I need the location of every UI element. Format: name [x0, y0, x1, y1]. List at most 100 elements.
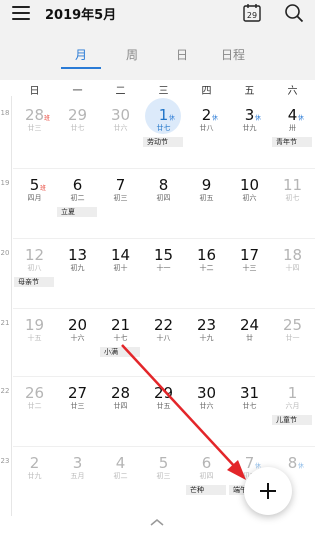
tab-agenda[interactable]: 日程	[213, 46, 253, 63]
day-cell[interactable]: 4 初二	[99, 454, 142, 519]
event-chip[interactable]: 母亲节	[14, 277, 54, 287]
view-tabs: 月 周 日 日程	[0, 46, 315, 70]
day-cell[interactable]: 10 初六	[228, 176, 271, 241]
tab-month[interactable]: 月	[61, 46, 101, 63]
event-chip[interactable]: 小满	[100, 347, 140, 357]
day-cell[interactable]: 28 廿四	[99, 384, 142, 449]
week-number: 20	[0, 249, 10, 257]
lunar-date: 廿九	[242, 124, 257, 132]
day-cell[interactable]: 3 五月	[56, 454, 99, 519]
week-number: 23	[0, 457, 10, 465]
day-cell[interactable]: 22 十八	[142, 316, 185, 381]
day-cell[interactable]: 25 廿一	[271, 316, 314, 381]
event-chip[interactable]: 立夏	[57, 207, 97, 217]
lunar-date: 十三	[242, 264, 257, 272]
day-cell[interactable]: 1 六月 儿童节	[271, 384, 314, 449]
weekday-label: 日	[29, 86, 40, 97]
event-chip[interactable]: 劳动节	[143, 137, 183, 147]
day-number: 22	[153, 316, 174, 334]
day-cell[interactable]: 16 十二	[185, 246, 228, 311]
event-chip[interactable]: 儿童节	[272, 415, 312, 425]
lunar-date: 初六	[242, 194, 257, 202]
day-cell[interactable]: 20 十六	[56, 316, 99, 381]
day-number: 6	[72, 176, 83, 194]
day-cell[interactable]: 27 廿三	[56, 384, 99, 449]
day-cell[interactable]: 11 初七	[271, 176, 314, 241]
day-cell[interactable]: 4 卅休青年节	[271, 106, 314, 171]
calendar-app: { "header": { "title": "2019年5月", "today…	[0, 0, 315, 539]
tab-week[interactable]: 周	[112, 46, 152, 63]
day-number: 30	[110, 106, 131, 124]
day-cell[interactable]: 5 四月 班	[13, 176, 56, 241]
event-chip[interactable]: 芒种	[186, 485, 226, 495]
lunar-date: 十九	[199, 334, 214, 342]
day-cell[interactable]: 26 廿二	[13, 384, 56, 449]
day-cell[interactable]: 2 廿八 休	[185, 106, 228, 171]
day-number: 19	[24, 316, 45, 334]
day-number: 17	[239, 246, 260, 264]
day-cell[interactable]: 29 廿七	[56, 106, 99, 171]
day-number: 9	[201, 176, 212, 194]
holiday-tag: 休	[212, 115, 219, 122]
menu-icon[interactable]	[12, 5, 32, 21]
day-cell[interactable]: 2 廿九	[13, 454, 56, 519]
lunar-date: 十六	[70, 334, 85, 342]
day-cell[interactable]: 14 初十	[99, 246, 142, 311]
day-number: 21	[110, 316, 131, 334]
week-number: 22	[0, 387, 10, 395]
day-number: 3	[72, 454, 83, 472]
add-event-button[interactable]	[244, 467, 292, 515]
day-cell[interactable]: 21 十七 小满	[99, 316, 142, 381]
lunar-date: 廿六	[199, 402, 214, 410]
day-number: 15	[153, 246, 174, 264]
day-cell[interactable]: 13 初九	[56, 246, 99, 311]
search-icon[interactable]	[284, 3, 304, 23]
lunar-date: 初四	[156, 194, 171, 202]
day-cell[interactable]: 17 十三	[228, 246, 271, 311]
lunar-date: 廿二	[27, 402, 42, 410]
day-cell[interactable]: 29 廿五	[142, 384, 185, 449]
lunar-date: 廿七	[70, 124, 85, 132]
lunar-date: 十四	[285, 264, 300, 272]
day-cell[interactable]: 31 廿七	[228, 384, 271, 449]
day-cell[interactable]: 30 廿六	[185, 384, 228, 449]
day-cell[interactable]: 18 十四	[271, 246, 314, 311]
day-number: 10	[239, 176, 260, 194]
day-cell[interactable]: 3 廿九 休	[228, 106, 271, 171]
day-cell[interactable]: 19 十五	[13, 316, 56, 381]
day-cell[interactable]: 23 十九	[185, 316, 228, 381]
day-cell[interactable]: 7 初三	[99, 176, 142, 241]
day-cell[interactable]: 24 廿	[228, 316, 271, 381]
lunar-date: 初三	[113, 194, 128, 202]
lunar-date: 初七	[285, 194, 300, 202]
holiday-tag: 休	[298, 115, 305, 122]
event-chip[interactable]: 青年节	[272, 137, 312, 147]
lunar-date: 廿四	[113, 402, 128, 410]
calendar-today-icon[interactable]: 29	[243, 3, 261, 22]
day-cell[interactable]: 5 初三	[142, 454, 185, 519]
day-cell[interactable]: 6 初二 立夏	[56, 176, 99, 241]
day-cell[interactable]: 8 初四	[142, 176, 185, 241]
page-title[interactable]: 2019年5月	[45, 4, 116, 23]
day-number: 4	[287, 106, 298, 124]
lunar-date: 初八	[27, 264, 42, 272]
day-cell[interactable]: 28 廿三班	[13, 106, 56, 171]
day-cell[interactable]: 6 初四 芒种	[185, 454, 228, 519]
day-number: 13	[67, 246, 88, 264]
day-cell[interactable]: 15 十一	[142, 246, 185, 311]
day-cell[interactable]: 1 廿七 休劳动节	[142, 98, 185, 171]
day-cell[interactable]: 12 初八 母亲节	[13, 246, 56, 311]
tab-day[interactable]: 日	[162, 46, 202, 63]
week-number-rail	[11, 96, 12, 516]
day-number: 14	[110, 246, 131, 264]
day-number: 28	[110, 384, 131, 402]
top-bar: 2019年5月 29 月 周 日 日程	[0, 0, 315, 80]
week-number: 19	[0, 179, 10, 187]
day-cell[interactable]: 30 廿六	[99, 106, 142, 171]
lunar-date: 廿七	[156, 124, 171, 132]
chevron-up-icon[interactable]	[150, 518, 164, 526]
lunar-date: 廿六	[113, 124, 128, 132]
lunar-date: 廿	[246, 334, 253, 342]
day-number: 16	[196, 246, 217, 264]
day-cell[interactable]: 9 初五	[185, 176, 228, 241]
